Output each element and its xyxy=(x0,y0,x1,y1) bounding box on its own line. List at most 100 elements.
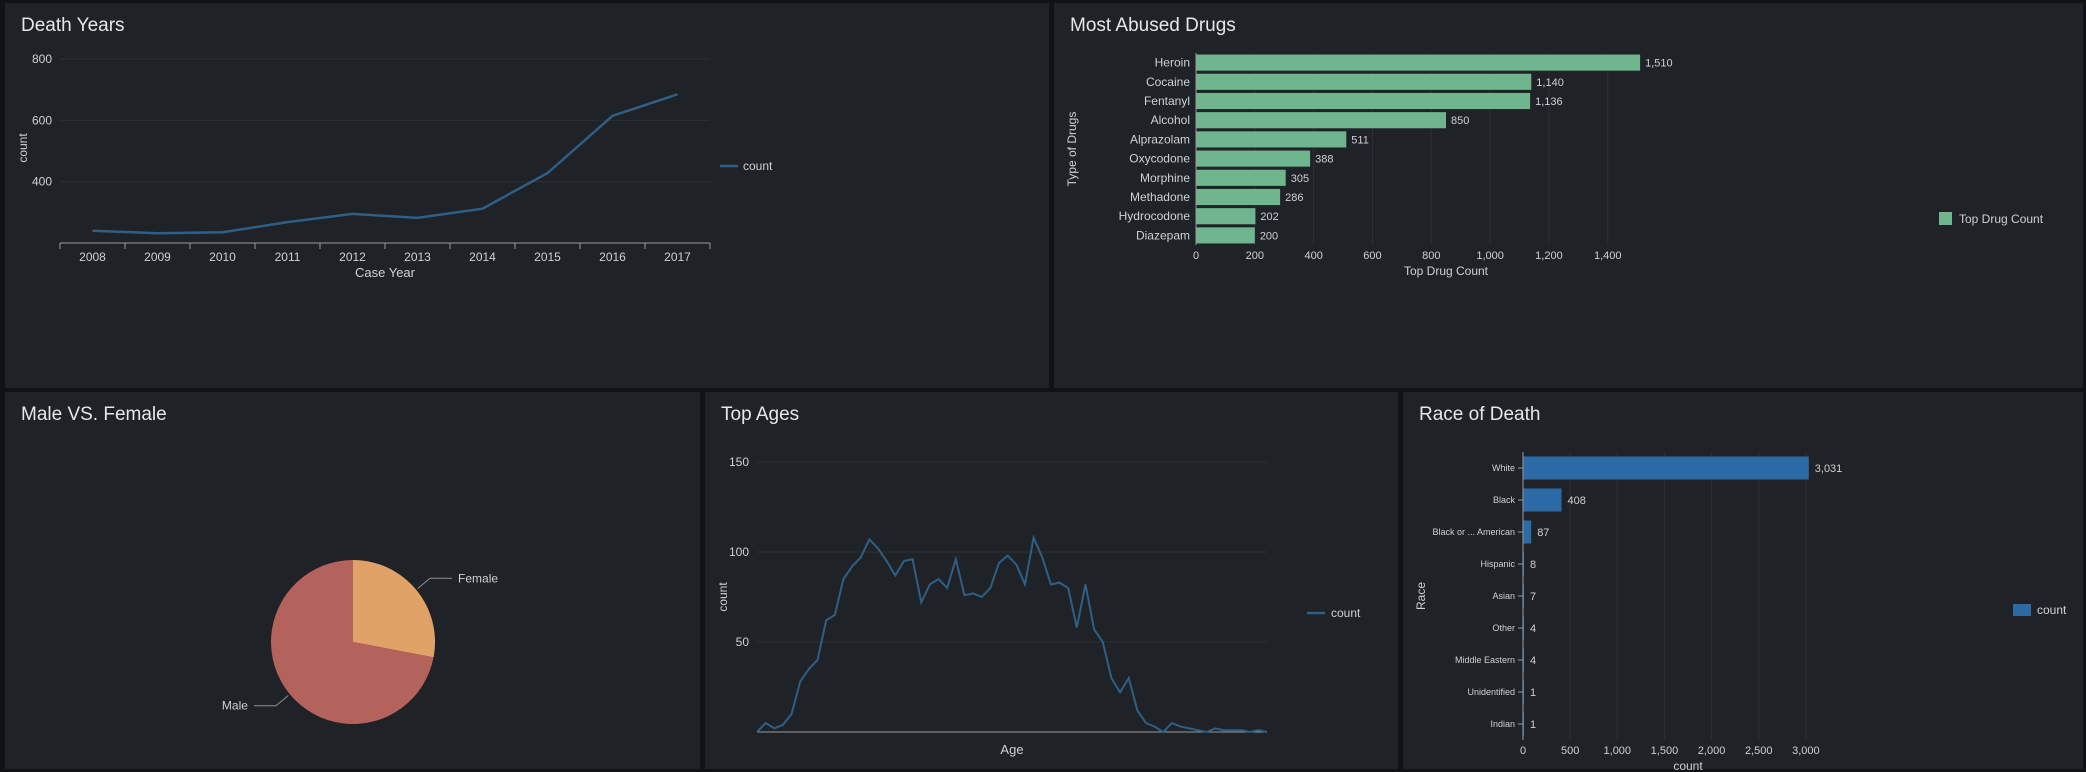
data-label: 511 xyxy=(1351,134,1369,146)
category-label: White xyxy=(1492,463,1515,473)
x-tick-label: 200 xyxy=(1246,250,1264,262)
category-label: Asian xyxy=(1492,591,1515,601)
data-label: 1,140 xyxy=(1536,77,1564,89)
bar-diazepam xyxy=(1196,227,1255,244)
x-tick-label: 2013 xyxy=(404,250,431,264)
x-tick-label: 500 xyxy=(1561,745,1579,757)
x-tick-label: 3,000 xyxy=(1792,745,1820,757)
data-label: 408 xyxy=(1567,495,1585,507)
legend-label: Top Drug Count xyxy=(1959,212,2044,226)
x-axis-label: Age xyxy=(1000,742,1023,757)
x-tick-label: 600 xyxy=(1363,250,1381,262)
y-tick-label: 600 xyxy=(32,113,52,127)
data-label: 305 xyxy=(1291,173,1309,185)
bar-heroin xyxy=(1196,54,1641,71)
data-label: 202 xyxy=(1260,211,1278,223)
y-axis-label: count xyxy=(16,133,30,163)
category-label: Diazepam xyxy=(1136,228,1190,242)
pie-label: Male xyxy=(222,699,248,713)
bar-cocaine xyxy=(1196,73,1532,90)
bar-alprazolam xyxy=(1196,131,1347,148)
x-tick-label: 800 xyxy=(1422,250,1440,262)
category-label: Hydrocodone xyxy=(1119,209,1191,223)
category-label: Middle Eastern xyxy=(1455,655,1515,665)
category-label: Black or ... American xyxy=(1432,527,1515,537)
legend-label: count xyxy=(743,159,773,173)
data-label: 850 xyxy=(1451,115,1469,127)
race-chart: 0 500 1,000 1,500 2,000 2,500 3,000 White 3,031 B… xyxy=(1414,452,2067,772)
pie-label: Female xyxy=(458,571,498,585)
data-label: 8 xyxy=(1530,559,1536,571)
data-label: 1 xyxy=(1530,687,1536,699)
bar-morphine xyxy=(1196,169,1286,186)
data-label: 1 xyxy=(1530,719,1536,731)
x-tick-label: 2014 xyxy=(469,250,496,264)
panel-race-of-death: Race of Death 0 500 1,000 1,500 2,000 2,500 3,… xyxy=(1403,392,2083,772)
x-tick-label: 2012 xyxy=(339,250,366,264)
data-label: 200 xyxy=(1260,230,1278,242)
data-label: 4 xyxy=(1530,623,1536,635)
category-label: Black xyxy=(1493,495,1516,505)
gender-pie-chart: Female Male xyxy=(222,560,498,724)
category-label: Heroin xyxy=(1155,56,1190,70)
bar-hydrocodone xyxy=(1196,208,1256,225)
x-tick-label: 2011 xyxy=(275,250,301,264)
y-tick-label: 100 xyxy=(729,545,749,559)
x-axis-label: Case Year xyxy=(355,265,416,280)
x-tick-label: 0 xyxy=(1193,250,1199,262)
data-label: 87 xyxy=(1537,527,1549,539)
pie-leader-line xyxy=(417,577,453,589)
y-axis-label: count xyxy=(716,582,730,612)
x-tick-label: 1,000 xyxy=(1476,250,1504,262)
x-tick-label: 2015 xyxy=(534,250,561,264)
category-label: Unidentified xyxy=(1467,687,1515,697)
y-tick-label: 400 xyxy=(32,175,52,189)
pie-leader-line xyxy=(253,695,289,707)
x-tick-label: 1,000 xyxy=(1604,745,1632,757)
category-label: Alcohol xyxy=(1151,113,1190,127)
data-label: 1,136 xyxy=(1535,96,1563,108)
data-label: 7 xyxy=(1530,591,1536,603)
category-label: Cocaine xyxy=(1146,75,1190,89)
data-label: 4 xyxy=(1530,655,1536,667)
panel-male-vs-female: Male VS. Female Female Male xyxy=(5,392,700,769)
bar-methadone xyxy=(1196,188,1281,206)
data-label: 1,510 xyxy=(1645,58,1673,70)
bar-oxycodone xyxy=(1196,150,1311,167)
category-label: Indian xyxy=(1490,719,1515,729)
category-label: Fentanyl xyxy=(1144,94,1190,108)
x-tick-label: 2008 xyxy=(79,250,106,264)
data-label: 3,031 xyxy=(1815,463,1843,475)
drugs-chart: 0 200 400 600 800 1,000 1,200 1,400 Heroin 1,510 C… xyxy=(1065,53,2044,278)
x-tick-label: 2016 xyxy=(599,250,626,264)
legend-swatch xyxy=(2013,604,2031,616)
panel-top-ages: Top Ages 50 100 150 Age count count xyxy=(705,392,1398,769)
x-tick-label: 1,200 xyxy=(1535,250,1563,262)
data-label: 286 xyxy=(1285,192,1303,204)
panel-death-years: Death Years 400 600 800 2008 2009 2010 2011 201… xyxy=(5,3,1049,388)
x-axis-label: Top Drug Count xyxy=(1404,264,1489,278)
legend-swatch xyxy=(1939,212,1952,225)
x-tick-label: 2,500 xyxy=(1745,745,1773,757)
bar xyxy=(1523,456,1809,480)
legend-label: count xyxy=(2037,603,2067,617)
bar xyxy=(1523,488,1562,512)
y-tick-label: 800 xyxy=(32,52,52,66)
x-tick-label: 2009 xyxy=(144,250,171,264)
category-label: Hispanic xyxy=(1480,559,1515,569)
x-tick-label: 2010 xyxy=(209,250,236,264)
x-tick-label: 1,500 xyxy=(1651,745,1679,757)
series-line-count xyxy=(92,93,678,235)
series-line-count xyxy=(756,534,1268,734)
y-tick-label: 150 xyxy=(729,455,749,469)
legend-label: count xyxy=(1331,606,1361,620)
ages-chart: 50 100 150 Age count count xyxy=(716,455,1361,757)
death-years-chart: 400 600 800 2008 2009 2010 2011 2012 2013 2014 201… xyxy=(16,52,773,280)
pie-slice-female xyxy=(353,560,435,658)
category-label: Other xyxy=(1492,623,1515,633)
y-axis-label: Race xyxy=(1414,582,1428,610)
category-label: Alprazolam xyxy=(1130,132,1190,146)
x-tick-label: 2,000 xyxy=(1698,745,1726,757)
x-tick-label: 2017 xyxy=(664,250,691,264)
bar-alcohol xyxy=(1196,112,1446,129)
